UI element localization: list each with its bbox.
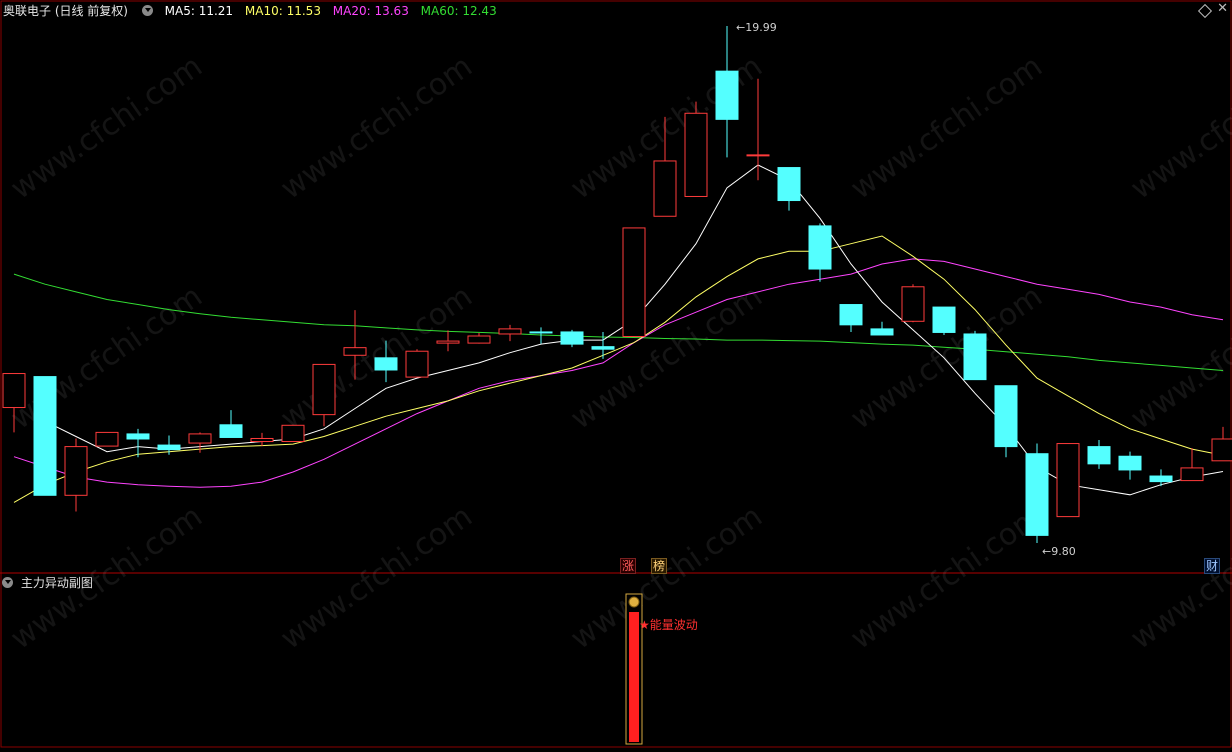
candle (963, 330, 987, 381)
cai-marker[interactable]: 财 (1204, 558, 1221, 574)
candle-body (622, 227, 646, 338)
candle-body (467, 335, 491, 344)
candle-body (777, 167, 801, 202)
bang-marker[interactable]: 榜 (651, 558, 668, 574)
candle-body (343, 347, 367, 356)
candle-body (994, 385, 1018, 448)
zhang-marker[interactable]: 涨 (620, 558, 637, 574)
candle-body (1118, 455, 1142, 471)
candle-body (250, 437, 274, 443)
close-icon[interactable]: ✕ (1217, 1, 1228, 16)
candle-body (1180, 467, 1204, 482)
candle-body (653, 160, 677, 217)
candle-body (188, 433, 212, 444)
high-price-label: ←19.99 (736, 21, 777, 34)
candle-body (219, 424, 243, 438)
candle-body (374, 357, 398, 371)
candle-body (715, 70, 739, 120)
candle (932, 306, 956, 335)
candle-body (405, 350, 429, 378)
candle-body (95, 431, 119, 447)
candle-body (436, 340, 460, 344)
candle-body (560, 331, 584, 345)
candle-body (498, 328, 522, 335)
candle-body (901, 286, 925, 322)
ma5-label: MA5: 11.21 (164, 4, 234, 18)
ma10-label: MA10: 11.53 (244, 4, 321, 18)
sub-dropdown-circle-icon[interactable] (2, 577, 13, 588)
dropdown-circle-icon[interactable] (141, 5, 153, 16)
candle-body (808, 225, 832, 270)
candle-body (1211, 438, 1232, 462)
candle-body (1087, 446, 1111, 465)
candle-body (2, 373, 26, 409)
candle (1056, 443, 1080, 518)
kline-svg[interactable]: www.cfchi.com www.cfchi.com www.cfchi.com w… (0, 0, 1232, 748)
candle-body (126, 433, 150, 440)
candle-body (1149, 475, 1173, 483)
candle (281, 424, 305, 443)
candle-body (64, 446, 88, 496)
candle (33, 376, 57, 496)
candle-body (932, 306, 956, 333)
money-bag-icon (628, 596, 640, 608)
candle (95, 431, 119, 447)
low-price-label: ←9.80 (1042, 545, 1076, 558)
candle (622, 227, 646, 338)
sub-panel-header: 主力异动副图 (0, 574, 93, 592)
ma20-label: MA20: 13.63 (332, 4, 409, 18)
candle-body (839, 304, 863, 326)
candle (994, 385, 1018, 458)
candle-body (746, 154, 770, 157)
chart-header: 奥联电子 (日线 前复权) MA5: 11.21 MA10: 11.53 MA2… (0, 0, 1232, 22)
energy-bar (629, 612, 639, 742)
candle-body (1056, 443, 1080, 518)
candle-body (529, 331, 553, 334)
candle (901, 284, 925, 323)
candle (1025, 443, 1049, 543)
candle (684, 101, 708, 197)
candle-body (312, 363, 336, 416)
candle-body (684, 112, 708, 197)
sub-panel-title[interactable]: 主力异动副图 (21, 576, 93, 590)
candle-body (591, 346, 615, 350)
candle (405, 349, 429, 378)
candle-body (33, 376, 57, 496)
candle-body (157, 444, 181, 451)
candle-body (1025, 453, 1049, 536)
chart-frame: www.cfchi.com www.cfchi.com www.cfchi.com w… (0, 0, 1232, 748)
candle-body (281, 424, 305, 443)
stock-name[interactable]: 奥联电子 (日线 前复权) (3, 4, 128, 18)
candle-body (963, 333, 987, 381)
energy-fluctuation-label: ★能量波动 (639, 618, 698, 632)
candle-body (870, 328, 894, 336)
candle (560, 329, 584, 348)
ma60-label: MA60: 12.43 (420, 4, 497, 18)
